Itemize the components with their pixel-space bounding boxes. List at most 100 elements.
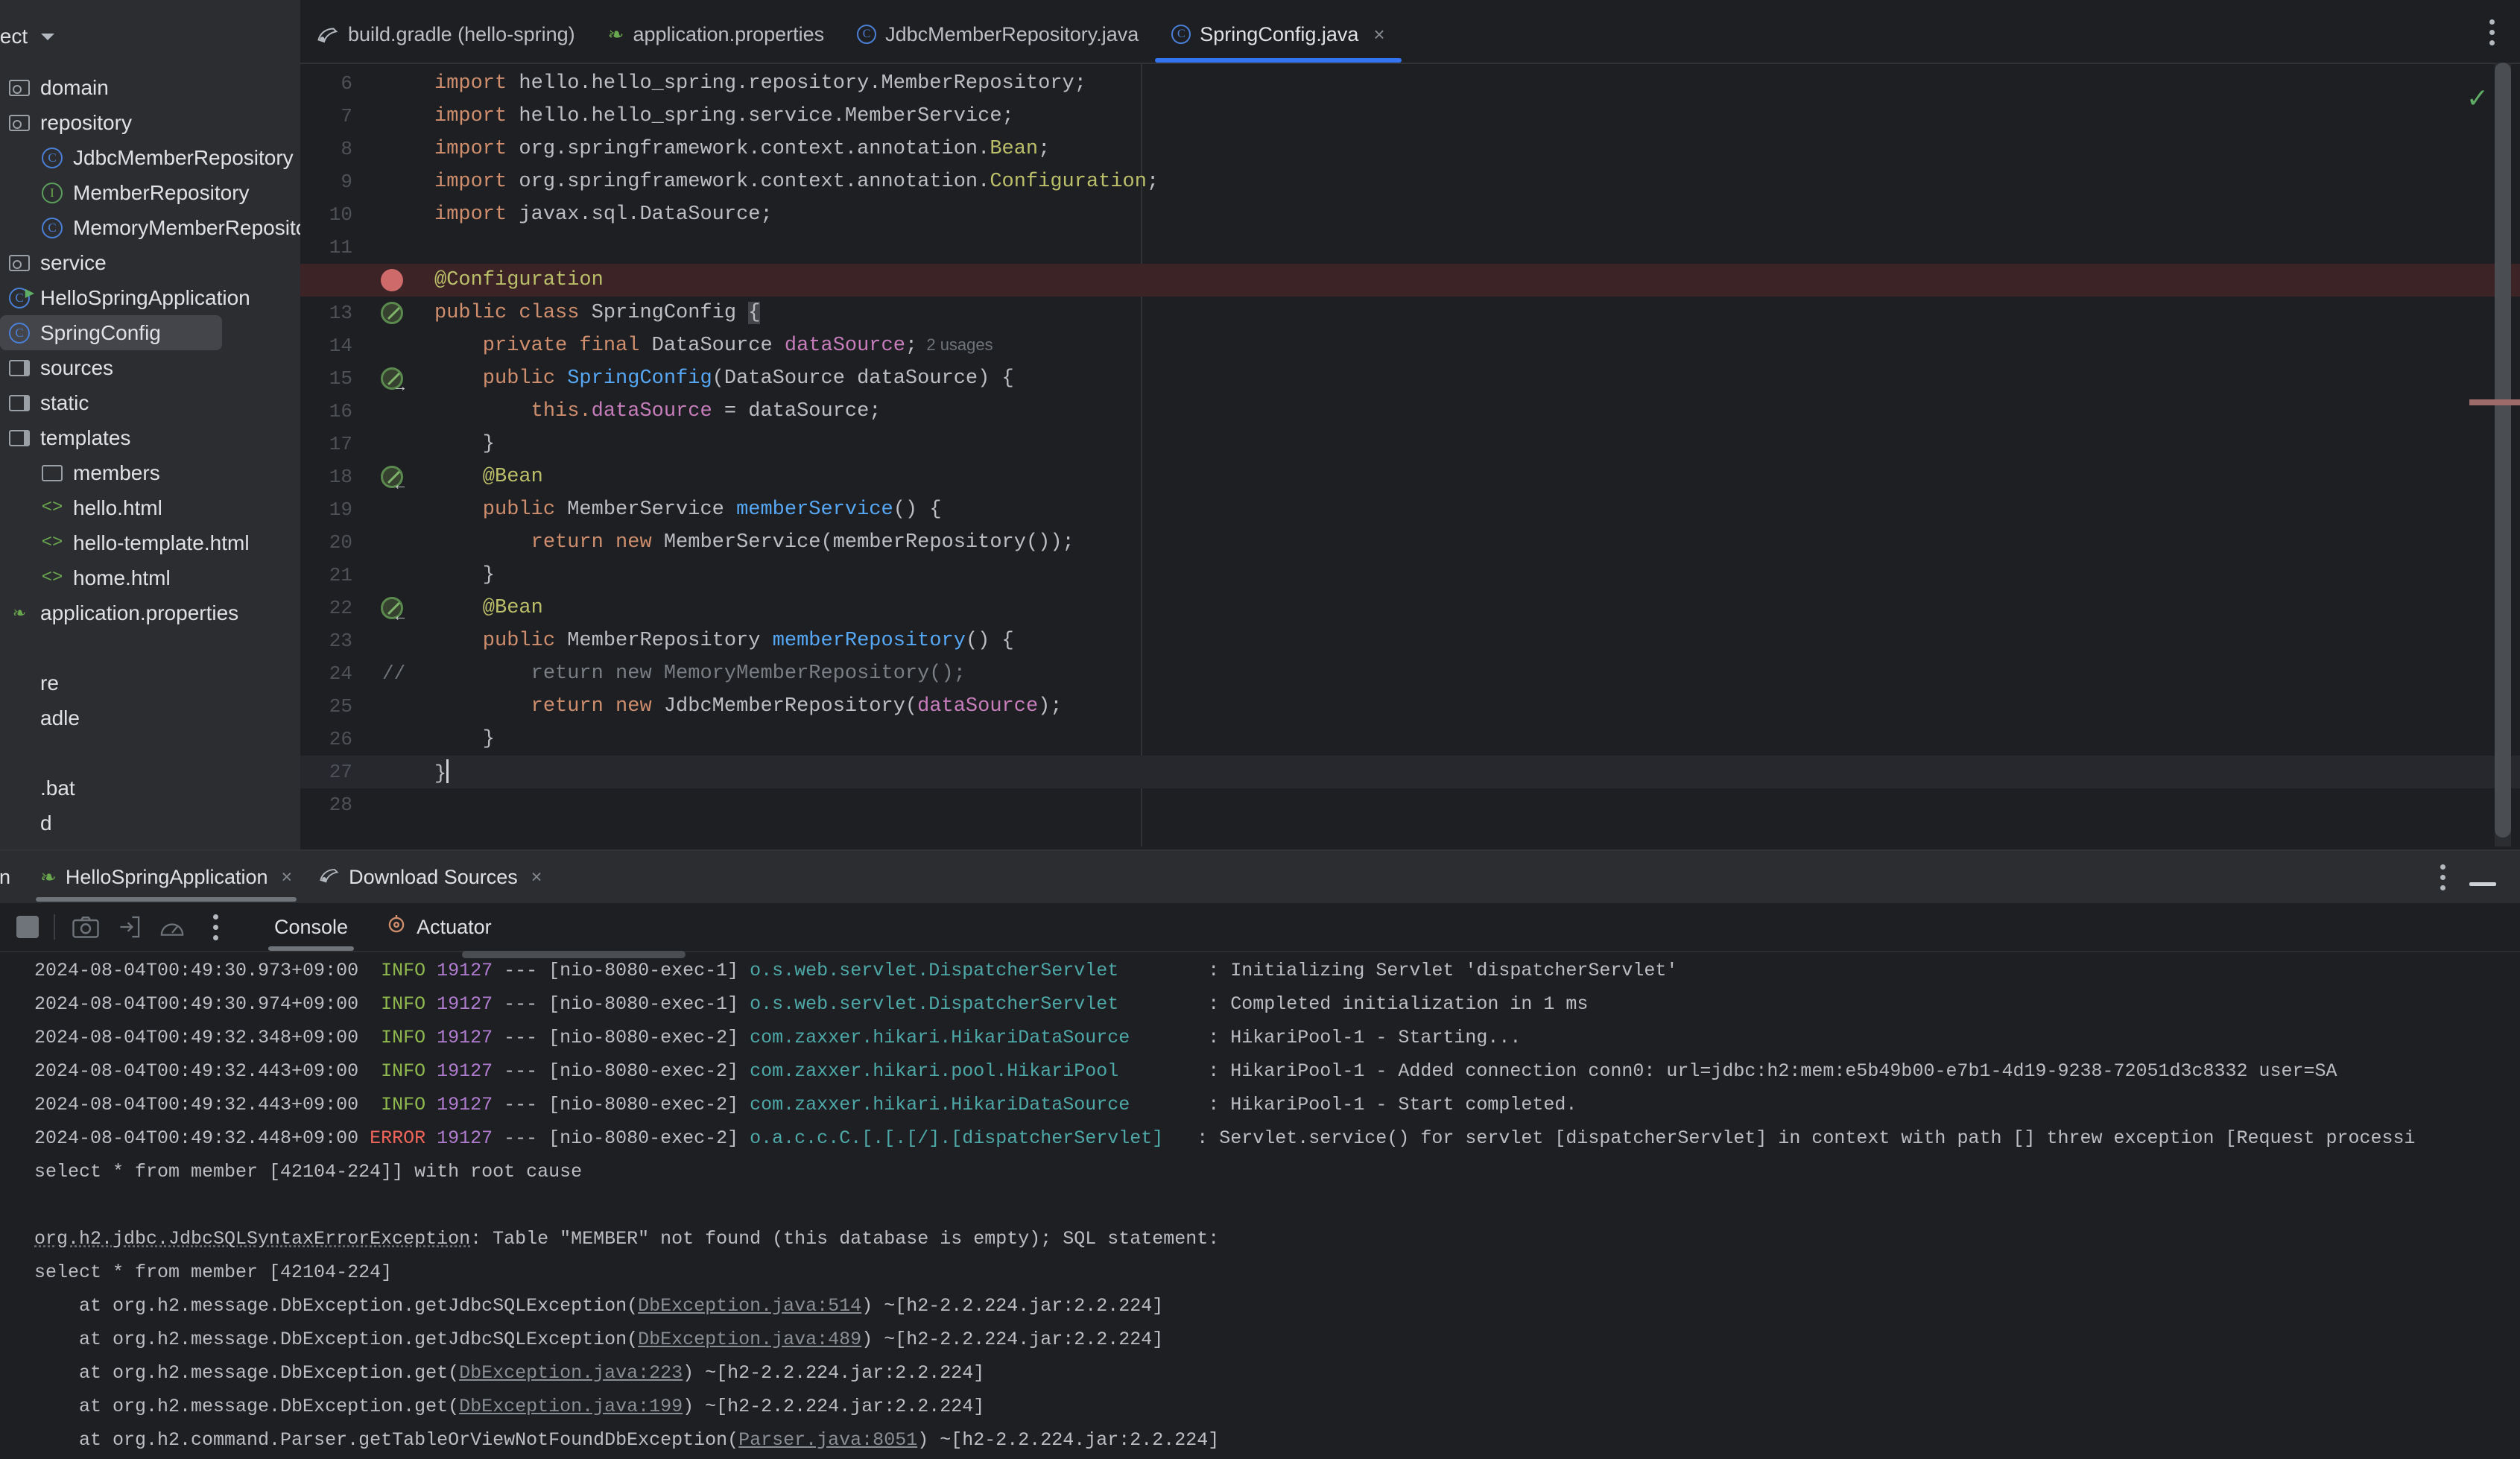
editor-scrollbar-thumb[interactable] — [2495, 63, 2511, 838]
code-text: public SpringConfig(DataSource dataSourc… — [415, 367, 2520, 390]
camera-icon[interactable] — [70, 911, 101, 943]
editor-error-stripe-marker[interactable] — [2469, 399, 2520, 405]
export-icon[interactable] — [113, 911, 145, 943]
code-line[interactable]: 21 } — [300, 559, 2520, 592]
tree-item-jdbcmemberrepository[interactable]: C JdbcMemberRepository — [0, 140, 300, 175]
editor-tab-build-gradle-hello-spring[interactable]: build.gradle (hello-spring) — [300, 6, 592, 63]
code-line[interactable]: 28 — [300, 788, 2520, 821]
code-line[interactable]: 27} — [300, 756, 2520, 788]
resources-folder-icon — [6, 425, 33, 452]
code-lines[interactable]: 6 import hello.hello_spring.repository.Me… — [300, 67, 2520, 846]
code-line[interactable]: 10 import javax.sql.DataSource; — [300, 198, 2520, 231]
code-line[interactable]: 7 import hello.hello_spring.service.Membe… — [300, 100, 2520, 133]
tree-item-application-properties[interactable]: ❧ application.properties — [0, 595, 300, 630]
console-toolbar[interactable]: Console Actuator — [0, 903, 2520, 951]
tree-item-bat[interactable]: .bat — [0, 770, 300, 806]
editor-tab-springconfig-java[interactable]: C SpringConfig.java × — [1155, 6, 1402, 63]
code-line[interactable]: 14 private final DataSource dataSource; … — [300, 329, 2520, 362]
line-number: 28 — [329, 794, 352, 816]
code-line[interactable]: 25 return new JdbcMemberRepository(dataS… — [300, 690, 2520, 723]
spring-bean-usage-icon[interactable]: ← — [369, 597, 415, 624]
tree-item-hello-html[interactable]: <> hello.html — [0, 490, 300, 525]
gauge-icon[interactable] — [156, 911, 188, 943]
more-options-icon[interactable] — [200, 911, 231, 943]
spring-bean-usage-icon[interactable]: ← — [369, 466, 415, 493]
code-token: dataSource — [917, 695, 1039, 718]
editor-tab-jdbcmemberrepository-java[interactable]: C JdbcMemberRepository.java — [840, 6, 1155, 63]
code-line[interactable]: 23 public MemberRepository memberReposit… — [300, 624, 2520, 657]
project-panel-header[interactable]: oject — [0, 13, 300, 60]
code-line[interactable]: 24 // return new MemoryMemberRepository()… — [300, 657, 2520, 690]
tree-item-static[interactable]: static — [0, 385, 300, 420]
run-tab-hellospringapplication[interactable]: ❧ HelloSpringApplication × — [27, 851, 305, 903]
run-options-kebab-icon[interactable] — [2440, 864, 2445, 890]
run-tab-download-sources[interactable]: Download Sources × — [305, 851, 555, 903]
console-horizontal-scrollbar[interactable] — [462, 951, 686, 958]
code-line[interactable]: 17 } — [300, 428, 2520, 461]
actuator-icon — [385, 914, 408, 940]
code-line[interactable]: @Configuration — [300, 264, 2520, 297]
close-icon[interactable]: × — [282, 867, 293, 888]
tree-item-home-html[interactable]: <> home.html — [0, 560, 300, 595]
stacktrace-link[interactable]: Parser.java:8051 — [738, 1429, 917, 1451]
editor-options-kebab-icon[interactable] — [2489, 19, 2495, 45]
run-configuration-tabs[interactable]: un ❧HelloSpringApplication×Download Sour… — [0, 851, 2520, 903]
chevron-down-icon[interactable] — [41, 33, 55, 40]
tree-item-adle[interactable]: adle — [0, 700, 300, 735]
code-line[interactable]: 26 } — [300, 723, 2520, 756]
code-line[interactable]: 22 ← @Bean — [300, 592, 2520, 624]
stacktrace-link[interactable]: DbException.java:223 — [459, 1362, 683, 1384]
code-token: } — [434, 433, 496, 455]
console-tab-actuator[interactable]: Actuator — [379, 903, 498, 951]
tree-item-domain[interactable]: domain — [0, 70, 300, 105]
tree-item-label: hello.html — [73, 496, 162, 519]
tree-item-templates[interactable]: templates — [0, 420, 300, 455]
console-tab-console[interactable]: Console — [268, 903, 355, 951]
code-line[interactable]: 16 this.dataSource = dataSource; — [300, 395, 2520, 428]
tree-item-sources[interactable]: sources — [0, 350, 300, 385]
console-token: 2024-08-04T00:49:30.974+09:00 — [34, 993, 359, 1015]
stacktrace-link[interactable]: DbException.java:514 — [638, 1295, 861, 1317]
tree-item-service[interactable]: service — [0, 245, 300, 280]
spring-bean-gutter-icon[interactable] — [369, 302, 415, 324]
console-top-divider — [0, 951, 2520, 952]
tree-item-repository[interactable]: repository — [0, 105, 300, 140]
console-line: org.h2.jdbc.JdbcSQLSyntaxErrorException:… — [34, 1222, 2520, 1256]
code-line[interactable]: 19 public MemberService memberService() … — [300, 493, 2520, 526]
console-view-tabs[interactable]: Console Actuator — [243, 903, 498, 951]
tree-item-hello-template-html[interactable]: <> hello-template.html — [0, 525, 300, 560]
tree-item-d[interactable]: d — [0, 806, 300, 841]
code-line[interactable]: 13 public class SpringConfig { — [300, 297, 2520, 329]
console-token: ) ~[h2-2.2.224.jar:2.2.224] — [917, 1429, 1220, 1451]
code-line[interactable]: 20 return new MemberService(memberReposi… — [300, 526, 2520, 559]
code-line[interactable]: 18 ← @Bean — [300, 461, 2520, 493]
tree-item-memberrepository[interactable]: I MemberRepository — [0, 175, 300, 210]
close-icon[interactable]: × — [1373, 23, 1384, 46]
console-output[interactable]: 2024-08-04T00:49:30.973+09:00 INFO 19127… — [0, 951, 2520, 1459]
console-token: INFO — [358, 960, 426, 981]
tree-item-members[interactable]: members — [0, 455, 300, 490]
code-line[interactable]: 15 → public SpringConfig(DataSource dataS… — [300, 362, 2520, 395]
code-line[interactable]: 11 — [300, 231, 2520, 264]
tree-item-label: re — [40, 671, 59, 694]
code-line[interactable]: 9 import org.springframework.context.anno… — [300, 165, 2520, 198]
stacktrace-link[interactable]: DbException.java:489 — [638, 1329, 861, 1350]
minimize-panel-icon[interactable] — [2469, 882, 2496, 886]
tree-item-re[interactable]: re — [0, 665, 300, 700]
code-editor[interactable]: ✓ 6 import hello.hello_spring.repository.… — [300, 63, 2520, 846]
tree-item-hellospringapplication[interactable]: C ▶ HelloSpringApplication — [0, 280, 300, 315]
editor-tab-bar[interactable]: build.gradle (hello-spring) ❧ application.… — [300, 6, 2520, 63]
tree-item-springconfig[interactable]: C SpringConfig — [0, 315, 222, 350]
stacktrace-link[interactable]: DbException.java:199 — [459, 1396, 683, 1417]
tree-item-label: HelloSpringApplication — [40, 285, 250, 309]
editor-tab-application-properties[interactable]: ❧ application.properties — [592, 6, 840, 63]
stop-button[interactable] — [16, 916, 39, 938]
breakpoint-icon[interactable] — [369, 269, 415, 291]
code-line[interactable]: 6 import hello.hello_spring.repository.Me… — [300, 67, 2520, 100]
code-line[interactable]: 8 import org.springframework.context.anno… — [300, 133, 2520, 165]
spring-bean-navigate-icon[interactable]: → — [369, 367, 415, 394]
project-tree[interactable]: domain repository C JdbcMemberRepository I Me… — [0, 64, 314, 849]
close-icon[interactable]: × — [531, 867, 542, 888]
tree-item-memorymemberrepositor[interactable]: C MemoryMemberRepositor — [0, 210, 314, 245]
code-text: public class SpringConfig { — [415, 302, 2520, 324]
